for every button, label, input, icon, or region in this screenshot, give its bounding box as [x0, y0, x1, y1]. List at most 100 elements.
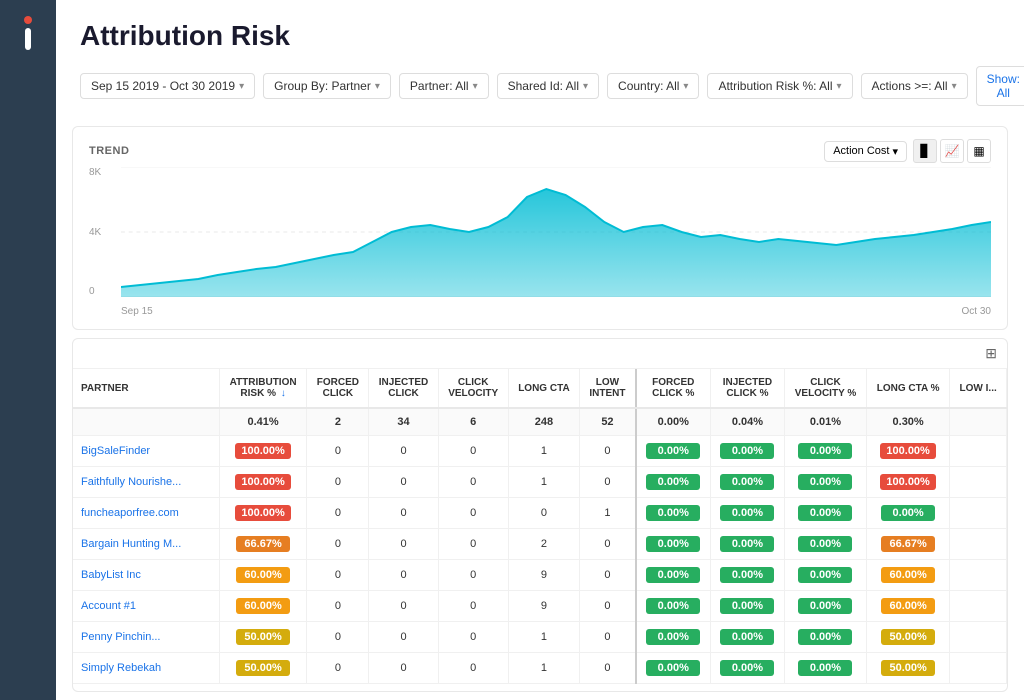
cell-partner[interactable]: Account #1	[73, 591, 219, 622]
table-row: Simply Rebekah 50.00% 0 0 0 1 0 0.00% 0.…	[73, 653, 1007, 684]
show-filter[interactable]: Show: All ▾	[976, 66, 1024, 106]
filters-bar: Sep 15 2019 - Oct 30 2019 ▾ Group By: Pa…	[80, 66, 1000, 106]
chevron-down-icon: ▾	[583, 81, 588, 92]
cell-click-velocity-pct: 0.00%	[785, 498, 867, 529]
col-forced-click-pct[interactable]: FORCEDCLICK %	[636, 369, 711, 408]
area-chart-btn[interactable]: ▦	[967, 139, 991, 163]
y-label-8k: 8K	[89, 167, 117, 178]
col-partner: PARTNER	[73, 369, 219, 408]
col-low-intent-pct[interactable]: LOW I...	[950, 369, 1007, 408]
cell-long-cta-pct: 60.00%	[866, 560, 949, 591]
cell-low-intent: 0	[580, 436, 636, 467]
chevron-down-icon: ▾	[473, 81, 478, 92]
header: Attribution Risk Sep 15 2019 - Oct 30 20…	[56, 0, 1024, 118]
chevron-down-icon: ▾	[952, 81, 957, 92]
cell-partner[interactable]: Faithfully Nourishe...	[73, 467, 219, 498]
x-label-end: Oct 30	[962, 306, 991, 317]
cell-injected-click: 0	[369, 436, 438, 467]
cell-injected-click: 0	[369, 653, 438, 684]
col-injected-click[interactable]: INJECTEDCLICK	[369, 369, 438, 408]
chevron-down-icon: ▾	[375, 81, 380, 92]
cell-attribution-risk: 60.00%	[219, 560, 307, 591]
cell-long-cta: 2	[508, 529, 580, 560]
cell-long-cta: 9	[508, 560, 580, 591]
table-settings-button[interactable]: ⊞	[985, 345, 997, 362]
col-click-velocity[interactable]: CLICKVELOCITY	[438, 369, 508, 408]
trend-title: TREND	[89, 145, 129, 157]
col-injected-click-pct[interactable]: INJECTEDCLICK %	[710, 369, 784, 408]
bar-chart-btn[interactable]: ▊	[913, 139, 937, 163]
cell-partner[interactable]: funcheaporfree.com	[73, 498, 219, 529]
table-row: BabyList Inc 60.00% 0 0 0 9 0 0.00% 0.00…	[73, 560, 1007, 591]
attribution-risk-filter[interactable]: Attribution Risk %: All ▾	[707, 73, 852, 99]
cell-attribution-risk: 100.00%	[219, 467, 307, 498]
col-forced-click[interactable]: FORCEDCLICK	[307, 369, 369, 408]
trend-header: TREND Action Cost ▾ ▊ 📈 ▦	[89, 139, 991, 163]
totals-injected-click-pct: 0.04%	[710, 408, 784, 436]
partner-filter[interactable]: Partner: All ▾	[399, 73, 489, 99]
cell-click-velocity: 0	[438, 622, 508, 653]
cell-click-velocity: 0	[438, 467, 508, 498]
cell-click-velocity: 0	[438, 498, 508, 529]
cell-low-intent: 0	[580, 560, 636, 591]
cell-low-intent: 0	[580, 653, 636, 684]
app-logo[interactable]	[18, 16, 38, 52]
cell-partner[interactable]: Simply Rebekah	[73, 653, 219, 684]
cell-long-cta: 9	[508, 591, 580, 622]
cell-attribution-risk: 100.00%	[219, 498, 307, 529]
cell-partner[interactable]: BigSaleFinder	[73, 436, 219, 467]
col-attribution-risk[interactable]: ATTRIBUTIONRISK % ↓	[219, 369, 307, 408]
totals-long-cta: 248	[508, 408, 580, 436]
cell-forced-click-pct: 0.00%	[636, 560, 711, 591]
cell-low-intent: 0	[580, 529, 636, 560]
cell-forced-click: 0	[307, 653, 369, 684]
col-click-velocity-pct[interactable]: CLICKVELOCITY %	[785, 369, 867, 408]
trend-controls: Action Cost ▾ ▊ 📈 ▦	[824, 139, 991, 163]
logo-dot	[24, 16, 32, 24]
action-cost-button[interactable]: Action Cost ▾	[824, 141, 907, 162]
cell-partner[interactable]: BabyList Inc	[73, 560, 219, 591]
table-row: Penny Pinchin... 50.00% 0 0 0 1 0 0.00%…	[73, 622, 1007, 653]
totals-forced-click: 2	[307, 408, 369, 436]
cell-click-velocity: 0	[438, 436, 508, 467]
cell-injected-click-pct: 0.00%	[710, 498, 784, 529]
cell-forced-click: 0	[307, 529, 369, 560]
col-long-cta-pct[interactable]: LONG CTA %	[866, 369, 949, 408]
col-low-intent[interactable]: LOWINTENT	[580, 369, 636, 408]
cell-injected-click-pct: 0.00%	[710, 653, 784, 684]
totals-long-cta-pct: 0.30%	[866, 408, 949, 436]
country-filter[interactable]: Country: All ▾	[607, 73, 699, 99]
totals-attribution-risk: 0.41%	[219, 408, 307, 436]
actions-filter[interactable]: Actions >=: All ▾	[861, 73, 968, 99]
cell-injected-click: 0	[369, 591, 438, 622]
table-row: BigSaleFinder 100.00% 0 0 0 1 0 0.00% 0.…	[73, 436, 1007, 467]
cell-low-intent-pct	[950, 498, 1007, 529]
cell-injected-click-pct: 0.00%	[710, 591, 784, 622]
cell-long-cta: 1	[508, 436, 580, 467]
cell-click-velocity: 0	[438, 653, 508, 684]
cell-injected-click: 0	[369, 622, 438, 653]
y-label-4k: 4K	[89, 227, 117, 238]
line-chart-btn[interactable]: 📈	[940, 139, 964, 163]
totals-partner	[73, 408, 219, 436]
col-long-cta[interactable]: LONG CTA	[508, 369, 580, 408]
chart-type-buttons: ▊ 📈 ▦	[913, 139, 991, 163]
chart-x-labels: Sep 15 Oct 30	[121, 306, 991, 317]
cell-long-cta-pct: 66.67%	[866, 529, 949, 560]
cell-partner[interactable]: Penny Pinchin...	[73, 622, 219, 653]
chevron-down-icon: ▾	[892, 145, 898, 158]
data-table-section[interactable]: ⊞ PARTNER ATTRIBUTIONRISK % ↓ FORCEDCLIC…	[72, 338, 1008, 692]
totals-click-velocity-pct: 0.01%	[785, 408, 867, 436]
logo-rect	[25, 28, 31, 50]
cell-low-intent-pct	[950, 560, 1007, 591]
cell-forced-click: 0	[307, 498, 369, 529]
date-range-filter[interactable]: Sep 15 2019 - Oct 30 2019 ▾	[80, 73, 255, 99]
group-by-filter[interactable]: Group By: Partner ▾	[263, 73, 391, 99]
cell-click-velocity: 0	[438, 591, 508, 622]
cell-low-intent-pct	[950, 622, 1007, 653]
cell-injected-click: 0	[369, 560, 438, 591]
cell-low-intent: 0	[580, 622, 636, 653]
cell-partner[interactable]: Bargain Hunting M...	[73, 529, 219, 560]
cell-click-velocity-pct: 0.00%	[785, 436, 867, 467]
shared-id-filter[interactable]: Shared Id: All ▾	[497, 73, 599, 99]
